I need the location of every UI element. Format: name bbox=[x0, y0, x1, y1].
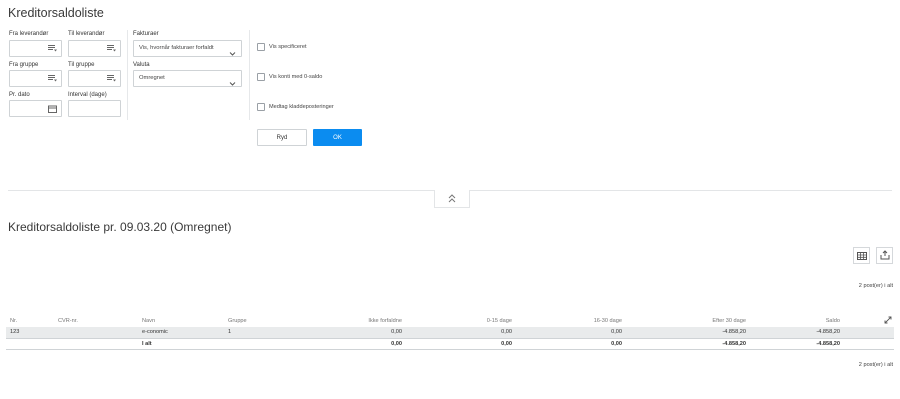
show-zero-balance-label: Vis konti med 0-saldo bbox=[269, 74, 323, 80]
per-date-label: Pr. dato bbox=[9, 92, 30, 98]
page-title: Kreditorsaldoliste bbox=[8, 6, 104, 20]
record-count-top: 2 post(er) i alt bbox=[858, 283, 893, 289]
list-lookup-icon[interactable] bbox=[44, 41, 61, 56]
column-header[interactable]: Navn bbox=[138, 314, 224, 327]
to-supplier-label: Til leverandør bbox=[68, 31, 105, 37]
cell-group: 1 bbox=[224, 327, 286, 338]
cell-nr: 123 bbox=[6, 327, 54, 338]
show-specified-checkbox[interactable] bbox=[257, 43, 265, 51]
ok-button[interactable]: OK bbox=[313, 129, 362, 146]
record-count-bottom: 2 post(er) i alt bbox=[858, 362, 893, 368]
total-label: I alt bbox=[138, 337, 224, 350]
total-0-15: 0,00 bbox=[406, 337, 516, 350]
report-table: Nr. CVR-nr. Navn Gruppe Ikke forfaldne 0… bbox=[6, 314, 894, 350]
cell-cvr bbox=[54, 327, 138, 338]
to-group-label: Til gruppe bbox=[68, 62, 95, 68]
total-16-30: 0,00 bbox=[516, 337, 626, 350]
column-header[interactable]: 0-15 dage bbox=[406, 314, 516, 327]
total-balance: -4.858,20 bbox=[750, 337, 844, 350]
export-icon bbox=[880, 247, 890, 265]
column-header[interactable]: Ikke forfaldne bbox=[286, 314, 406, 327]
report-title: Kreditorsaldoliste pr. 09.03.20 (Omregne… bbox=[8, 220, 232, 234]
cell-name: e-conomic bbox=[138, 327, 224, 338]
clear-button[interactable]: Ryd bbox=[257, 129, 307, 146]
filter-separator bbox=[249, 30, 250, 120]
per-date-field[interactable] bbox=[9, 100, 62, 117]
cell-balance: -4.858,20 bbox=[750, 327, 844, 338]
cell-not-due: 0,00 bbox=[286, 327, 406, 338]
show-zero-balance-checkbox[interactable] bbox=[257, 73, 265, 81]
total-not-due: 0,00 bbox=[286, 337, 406, 350]
chevron-down-icon bbox=[229, 74, 236, 92]
column-header[interactable]: CVR-nr. bbox=[54, 314, 138, 327]
list-lookup-icon[interactable] bbox=[103, 71, 120, 86]
invoices-label: Fakturaer bbox=[133, 31, 159, 37]
cell-after-30: -4.858,20 bbox=[626, 327, 750, 338]
list-lookup-icon[interactable] bbox=[103, 41, 120, 56]
from-supplier-field[interactable] bbox=[9, 40, 62, 57]
filter-separator bbox=[127, 30, 128, 120]
total-row: I alt 0,00 0,00 0,00 -4.858,20 -4.858,20 bbox=[6, 337, 894, 350]
column-header[interactable]: 16-30 dage bbox=[516, 314, 626, 327]
interval-field[interactable] bbox=[68, 100, 121, 117]
chevron-down-icon bbox=[229, 44, 236, 62]
from-supplier-label: Fra leverandør bbox=[9, 31, 49, 37]
table-view-icon bbox=[856, 247, 867, 265]
show-specified-label: Vis specificeret bbox=[269, 44, 307, 50]
to-group-field[interactable] bbox=[68, 70, 121, 87]
from-group-label: Fra gruppe bbox=[9, 62, 39, 68]
column-header[interactable]: Gruppe bbox=[224, 314, 286, 327]
cell-16-30: 0,00 bbox=[516, 327, 626, 338]
table-header-row: Nr. CVR-nr. Navn Gruppe Ikke forfaldne 0… bbox=[6, 314, 894, 327]
double-chevron-up-icon bbox=[448, 190, 456, 208]
invoices-selected: Vis, hvornår fakturaer forfaldt bbox=[139, 45, 214, 51]
interval-label: Interval (dage) bbox=[68, 92, 107, 98]
total-after-30: -4.858,20 bbox=[626, 337, 750, 350]
collapse-filters-button[interactable] bbox=[434, 190, 470, 208]
include-drafts-label: Medtag kladdeposteringer bbox=[269, 104, 334, 110]
calendar-icon[interactable] bbox=[44, 101, 61, 116]
currency-select[interactable]: Omregnet bbox=[133, 70, 242, 87]
list-lookup-icon[interactable] bbox=[44, 71, 61, 86]
column-header[interactable]: Saldo bbox=[750, 314, 844, 327]
column-header[interactable]: Nr. bbox=[6, 314, 54, 327]
currency-selected: Omregnet bbox=[139, 75, 165, 81]
column-header[interactable]: Efter 30 dage bbox=[626, 314, 750, 327]
include-drafts-checkbox[interactable] bbox=[257, 103, 265, 111]
to-supplier-field[interactable] bbox=[68, 40, 121, 57]
cell-0-15: 0,00 bbox=[406, 327, 516, 338]
export-button[interactable] bbox=[876, 247, 893, 264]
invoices-select[interactable]: Vis, hvornår fakturaer forfaldt bbox=[133, 40, 242, 57]
table-view-button[interactable] bbox=[853, 247, 870, 264]
currency-label: Valuta bbox=[133, 62, 150, 68]
from-group-field[interactable] bbox=[9, 70, 62, 87]
table-row[interactable]: 123 e-conomic 1 0,00 0,00 0,00 -4.858,20… bbox=[6, 327, 894, 338]
